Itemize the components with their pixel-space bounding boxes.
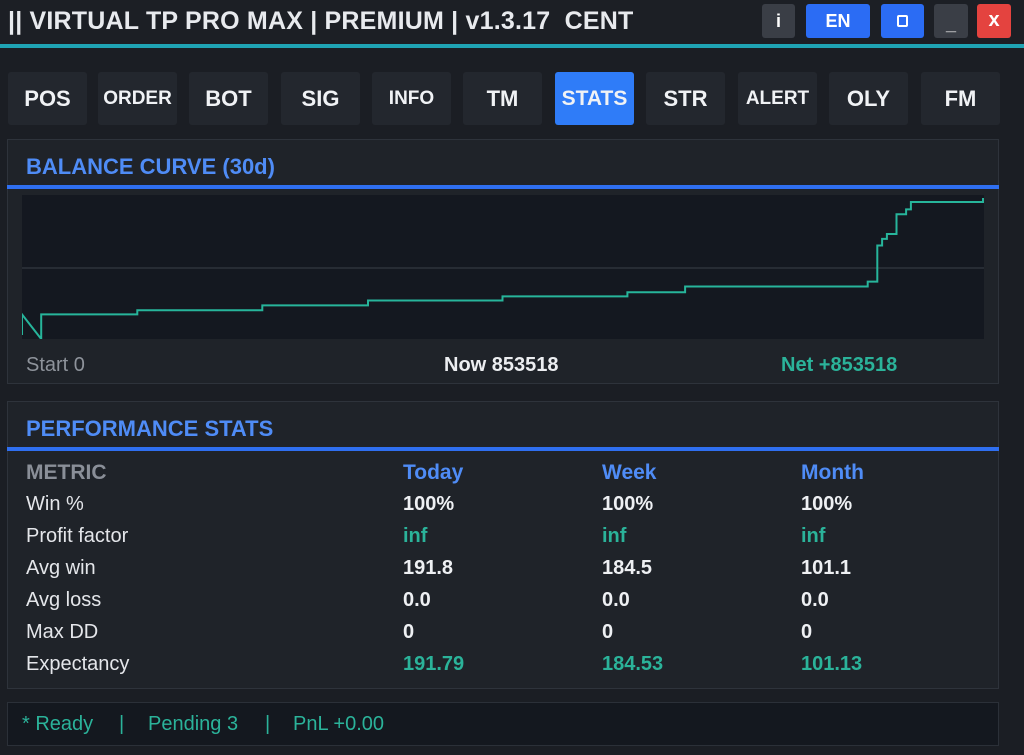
tab-bot[interactable]: BOT [189,72,268,125]
header-month: Month [801,461,864,484]
stat-value-week: 184.5 [602,557,653,579]
tab-str[interactable]: STR [646,72,725,125]
tab-stats[interactable]: STATS [555,72,634,125]
stat-value-today: 100% [403,493,455,515]
close-icon: x [988,8,1000,31]
stat-value-today: inf [403,525,428,547]
status-pnl: PnL +0.00 [293,713,385,735]
header-metric: METRIC [26,461,107,484]
balance-start-label: Start 0 [26,354,85,376]
minimize-button[interactable]: _ [934,4,968,38]
tab-sig[interactable]: SIG [281,72,360,125]
stat-metric-label: Max DD [26,621,99,643]
stat-value-month: 0 [801,621,813,643]
stat-value-week: 100% [602,493,654,515]
stat-value-week: 0 [602,621,614,643]
stat-value-month: 101.1 [801,557,852,579]
performance-title-rule [7,447,999,451]
status-separator: | [265,713,271,735]
language-button[interactable]: EN [806,4,870,38]
stat-value-week: 0.0 [602,589,630,611]
stat-value-month: inf [801,525,826,547]
minimize-icon: _ [945,14,956,34]
header-today: Today [403,461,464,484]
balance-title: BALANCE CURVE (30d) [26,154,275,179]
tab-alert[interactable]: ALERT [738,72,817,125]
stat-value-month: 100% [801,493,853,515]
title-accent-rule [0,44,1024,48]
close-button[interactable]: x [977,4,1011,38]
status-pending: Pending 3 [148,713,239,735]
tab-tm[interactable]: TM [463,72,542,125]
header-week: Week [602,461,657,484]
stat-value-week: inf [602,525,627,547]
title-bar: || VIRTUAL TP PRO MAX | PREMIUM | v1.3.1… [0,0,1024,44]
balance-chart [22,195,984,339]
stat-metric-label: Profit factor [26,525,129,547]
balance-net-label: Net +853518 [781,354,898,376]
stat-metric-label: Win % [26,493,84,515]
balance-curve-line [22,198,984,339]
maximize-button[interactable] [881,4,924,38]
stat-metric-label: Avg win [26,557,96,579]
balance-chart-svg [22,198,984,339]
balance-title-rule [7,185,999,189]
stat-value-week: 184.53 [602,653,664,675]
tab-order[interactable]: ORDER [98,72,177,125]
stat-value-today: 0.0 [403,589,431,611]
stat-value-month: 101.13 [801,653,863,675]
stat-value-today: 191.79 [403,653,465,675]
performance-panel [7,401,999,689]
window-title: || VIRTUAL TP PRO MAX | PREMIUM | v1.3.1… [8,7,634,35]
tab-info[interactable]: INFO [372,72,451,125]
info-button[interactable]: i [762,4,795,38]
maximize-icon [897,15,908,27]
balance-now-label: Now 853518 [444,354,559,376]
status-ready: * Ready [22,713,94,735]
tab-pos[interactable]: POS [8,72,87,125]
tab-oly[interactable]: OLY [829,72,908,125]
stat-value-today: 0 [403,621,415,643]
stat-value-month: 0.0 [801,589,829,611]
stat-metric-label: Avg loss [26,589,102,611]
performance-title: PERFORMANCE STATS [26,416,274,441]
stat-value-today: 191.8 [403,557,454,579]
status-separator: | [119,713,125,735]
tab-fm[interactable]: FM [921,72,1000,125]
stat-metric-label: Expectancy [26,653,130,675]
